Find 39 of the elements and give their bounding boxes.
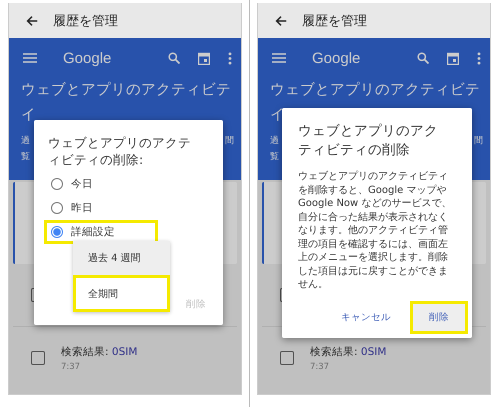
item-time: 7:37: [61, 362, 82, 372]
more-icon[interactable]: [477, 52, 481, 64]
dialog-button[interactable]: キャンセル: [328, 301, 404, 334]
section-title: イ: [270, 106, 285, 125]
description-text: 過: [270, 134, 279, 147]
menu-item[interactable]: 過去 4 週間: [73, 241, 170, 275]
search-icon[interactable]: [168, 52, 180, 64]
radio-option[interactable]: 今日: [44, 172, 100, 196]
section-title: ウェブとアプリのアクティビテ: [21, 80, 231, 100]
search-icon[interactable]: [417, 52, 429, 64]
description-text: 覧: [21, 151, 30, 163]
menu-icon[interactable]: [23, 53, 37, 63]
description-text: 間: [225, 135, 234, 148]
page-title: 履歴を管理: [302, 12, 367, 30]
radio-option[interactable]: 昨日: [44, 196, 100, 220]
description-text: 間: [474, 135, 483, 148]
item-title: 検索結果: 0SIM: [61, 344, 138, 358]
back-arrow-icon[interactable]: [25, 14, 39, 28]
calendar-icon[interactable]: [198, 52, 210, 64]
item-title: 検索結果: 0SIM: [310, 344, 386, 358]
description-text: 覧: [270, 151, 279, 163]
section-title: イ: [21, 106, 36, 125]
logo-text: Google: [312, 50, 360, 66]
page-title: 履歴を管理: [53, 12, 118, 30]
description-text: 過: [21, 134, 30, 147]
calendar-icon[interactable]: [447, 52, 459, 64]
dialog-title: ウェブとアプリのアクティビティの削除:: [48, 134, 192, 168]
dialog-button[interactable]: 削除: [410, 301, 468, 334]
back-arrow-icon[interactable]: [274, 14, 288, 28]
menu-item[interactable]: 全期間: [73, 275, 170, 312]
more-icon[interactable]: [228, 52, 232, 64]
dialog-message: ウェブとアプリのアクティビティを削除すると、Google マップや Google Now などのサービスで、自分に合った結果が表示されなくなります。他のアクティビティ管理の項目を確認するには、画面左上のメニューを選択します。削除した項目は元に戻すことができません。: [298, 170, 452, 292]
checkbox[interactable]: [31, 351, 45, 365]
logo-text: Google: [63, 50, 112, 66]
dialog-title: ウェブとアプリのアクティビティの削除: [298, 122, 439, 160]
checkbox[interactable]: [280, 351, 294, 365]
item-time: 7:37: [310, 362, 330, 372]
menu-icon[interactable]: [272, 53, 286, 63]
section-title: ウェブとアプリのアクティビテ: [270, 80, 480, 100]
